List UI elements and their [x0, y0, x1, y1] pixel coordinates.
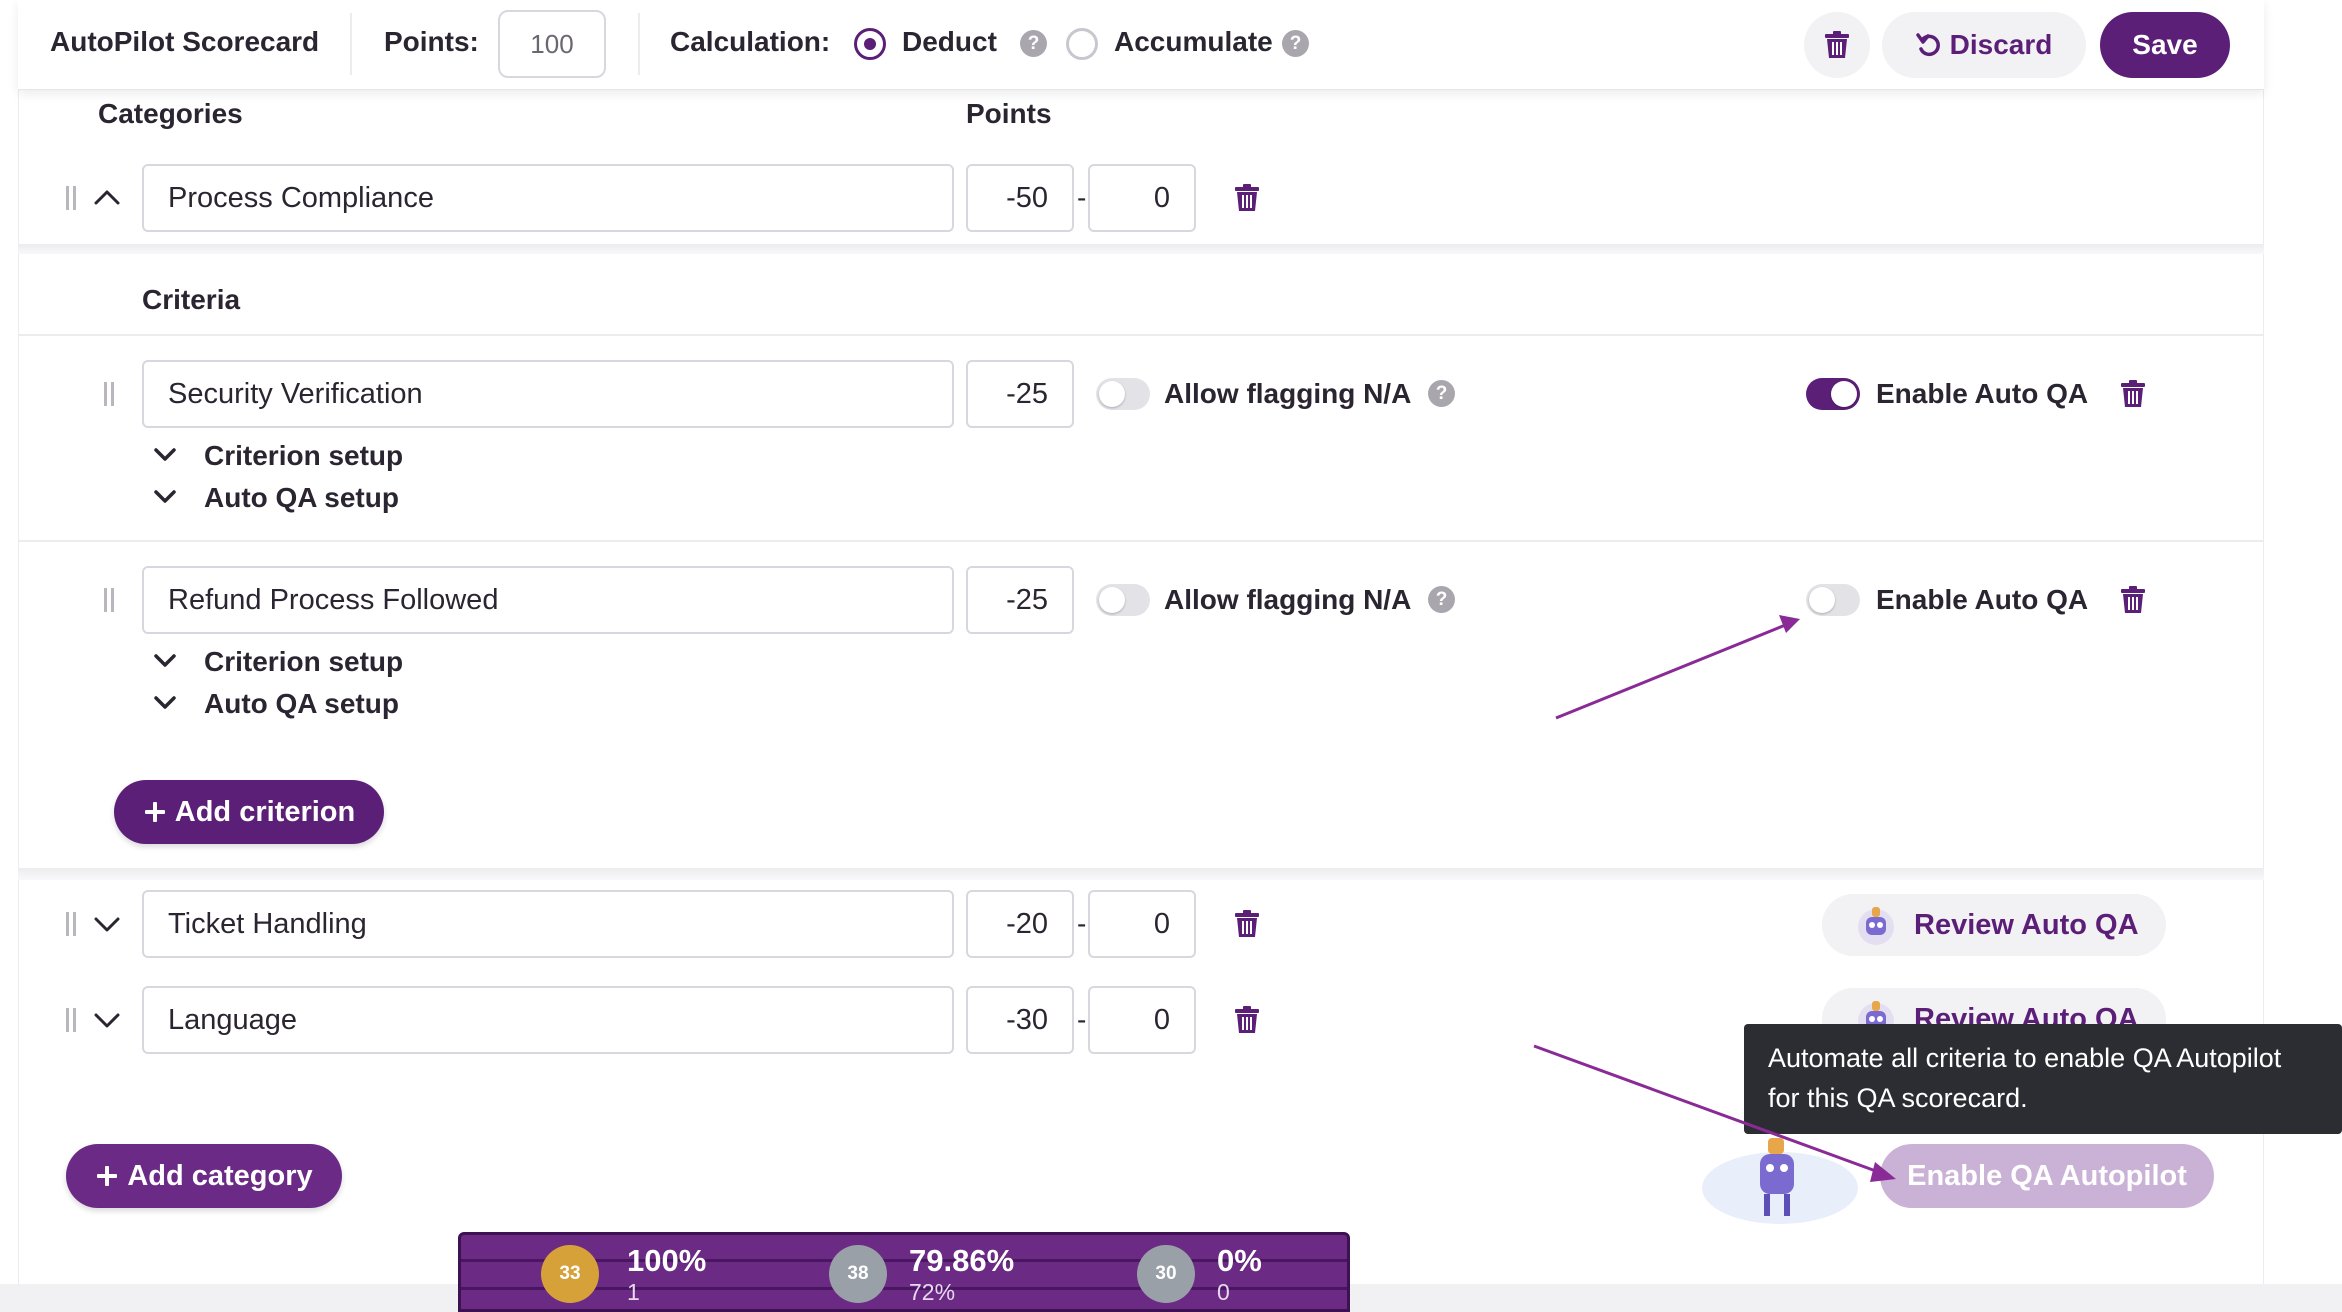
annotation-arrowhead — [1779, 615, 1800, 633]
annotation-arrowhead — [1870, 1162, 1896, 1182]
annotation-arrow — [1533, 1044, 1885, 1176]
annotation-arrow — [1555, 622, 1789, 720]
annotation-arrows — [1533, 615, 1896, 1182]
